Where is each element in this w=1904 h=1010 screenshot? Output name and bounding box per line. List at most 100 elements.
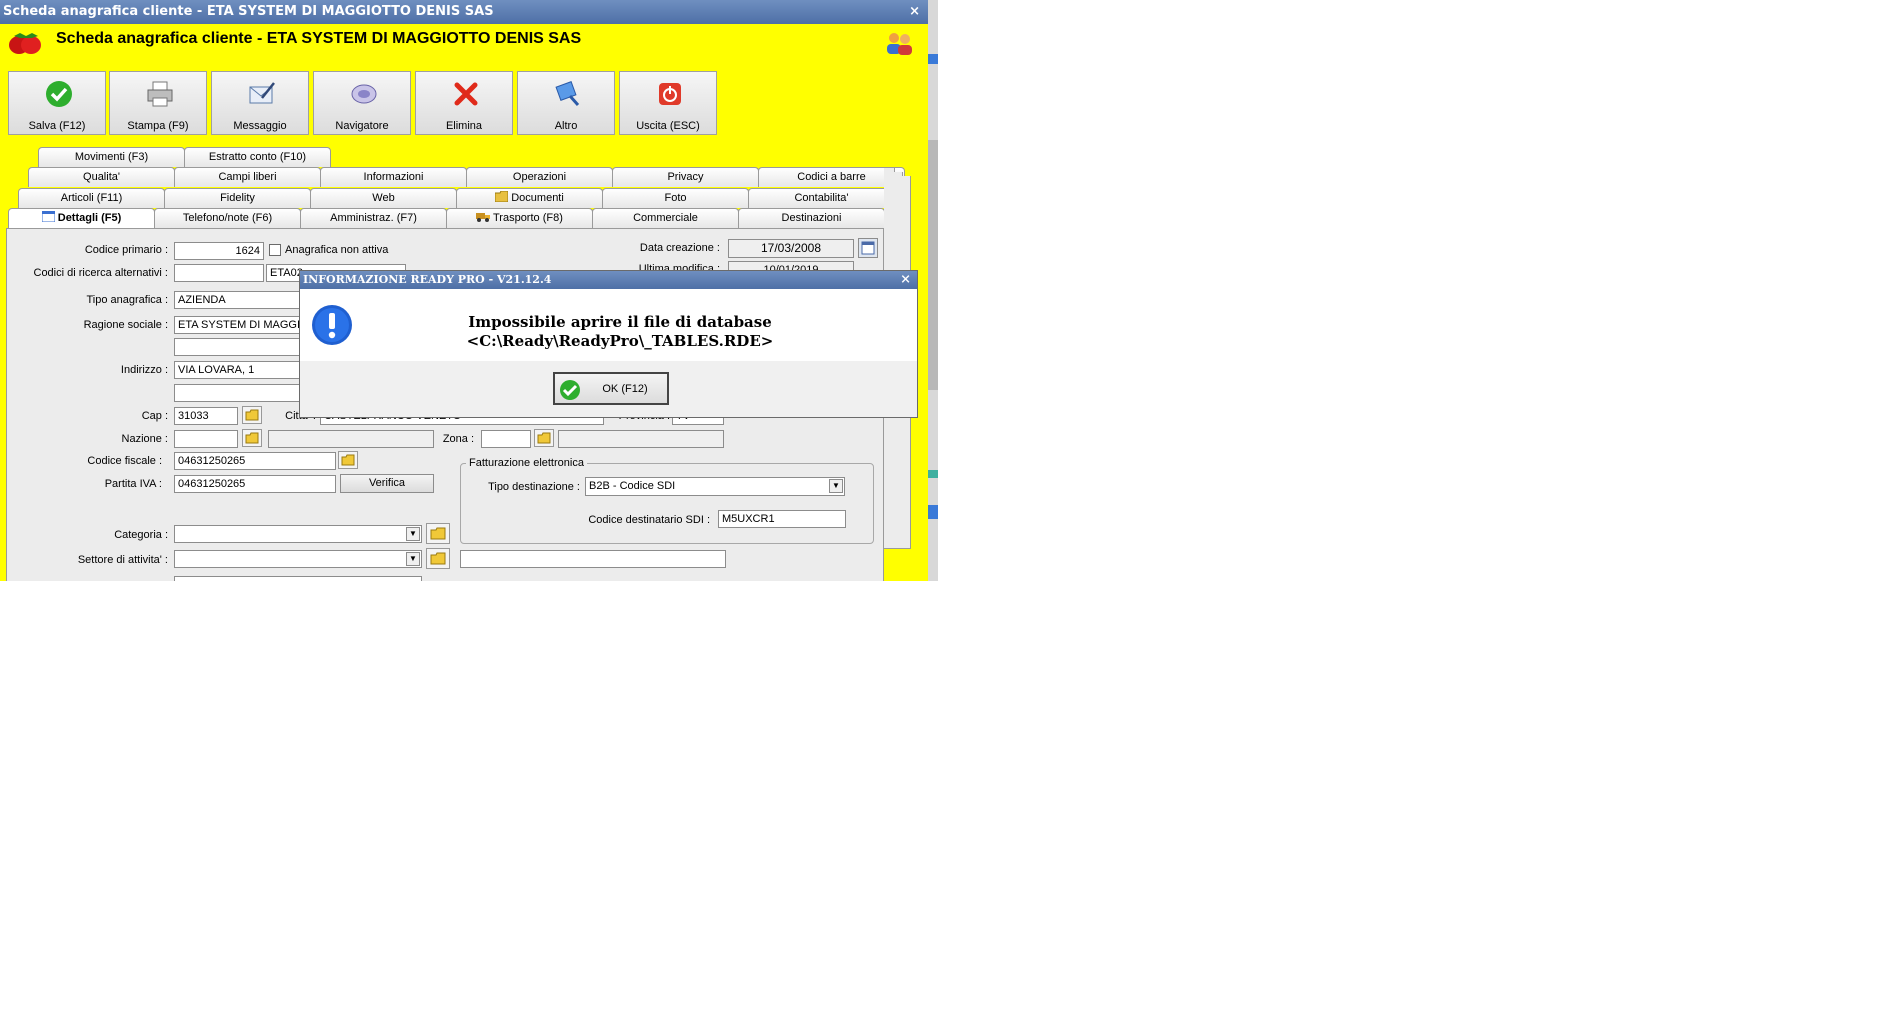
tipo-anagrafica-select[interactable]: AZIENDA	[174, 291, 304, 309]
save-button-label: Salva (F12)	[28, 120, 86, 132]
message-button-label: Messaggio	[233, 120, 287, 132]
cap-lookup-button[interactable]	[242, 406, 262, 424]
cap-label: Cap :	[141, 410, 168, 422]
zona-lookup-button[interactable]	[534, 429, 554, 447]
categoria-label: Categoria :	[114, 529, 168, 541]
zona-label: Zona :	[442, 433, 474, 445]
tab-amministrazione[interactable]: Amministraz. (F7)	[300, 208, 447, 228]
chevron-down-icon[interactable]: ▼	[829, 479, 843, 493]
ragione-sociale-label: Ragione sociale :	[83, 319, 168, 331]
tab-campi-liberi[interactable]: Campi liberi	[174, 167, 321, 187]
tab-trasporto[interactable]: Trasporto (F8)	[446, 208, 593, 228]
tab-documenti-label: Documenti	[511, 192, 564, 204]
save-button[interactable]: Salva (F12)	[8, 71, 106, 135]
codice-fiscale-label: Codice fiscale :	[87, 455, 162, 467]
indirizzo-label: Indirizzo :	[120, 364, 168, 376]
codice-primario-field[interactable]: 1624	[174, 242, 264, 260]
tab-documenti[interactable]: Documenti	[456, 188, 603, 208]
message-button[interactable]: Messaggio	[211, 71, 309, 135]
exit-button-label: Uscita (ESC)	[636, 120, 700, 132]
dialog-close-button[interactable]: ×	[900, 271, 911, 289]
delete-button[interactable]: Elimina	[415, 71, 513, 135]
exit-button[interactable]: Uscita (ESC)	[619, 71, 717, 135]
window-titlebar[interactable]: Scheda anagrafica cliente - ETA SYSTEM D…	[0, 0, 928, 24]
codici-alternativi-label: Codici di ricerca alternativi :	[33, 267, 169, 279]
nazione-lookup-button[interactable]	[242, 429, 262, 447]
categoria-select[interactable]: ▼	[174, 525, 422, 543]
settore-lookup-button[interactable]	[426, 548, 450, 569]
zona-field[interactable]	[481, 430, 531, 448]
folder-icon	[338, 451, 358, 469]
settore-description-field[interactable]	[460, 550, 726, 568]
data-creazione-field: 17/03/2008	[728, 239, 854, 258]
settore-attivita-select[interactable]: ▼	[174, 550, 422, 568]
print-button[interactable]: Stampa (F9)	[109, 71, 207, 135]
other-button-label: Altro	[554, 120, 578, 132]
non-attiva-label: Anagrafica non attiva	[285, 244, 389, 256]
dialog-message: Impossibile aprire il file di database <…	[360, 313, 880, 351]
tab-destinazioni[interactable]: Destinazioni	[738, 208, 885, 228]
tab-web[interactable]: Web	[310, 188, 457, 208]
codice-fiscale-field[interactable]: 04631250265	[174, 452, 336, 470]
tab-informazioni[interactable]: Informazioni	[320, 167, 467, 187]
verifica-button[interactable]: Verifica	[340, 474, 434, 493]
indirizzo-2-field[interactable]	[174, 384, 304, 402]
tab-codici-barre[interactable]: Codici a barre	[758, 167, 905, 187]
tipo-destinazione-value: B2B - Codice SDI	[589, 480, 676, 492]
codice-sdi-field[interactable]: M5UXCR1	[718, 510, 846, 528]
tab-contabilita[interactable]: Contabilita'	[748, 188, 895, 208]
nazione-field[interactable]	[174, 430, 238, 448]
codice-fiscale-lookup-button[interactable]	[338, 451, 358, 469]
exclamation-icon	[312, 305, 352, 345]
fatturazione-elettronica-group	[460, 463, 874, 544]
dialog-titlebar[interactable]: INFORMAZIONE READY PRO - V21.12.4 ×	[300, 271, 917, 289]
tab-telefono-note[interactable]: Telefono/note (F6)	[154, 208, 301, 228]
data-creazione-label: Data creazione :	[639, 242, 720, 254]
tab-foto[interactable]: Foto	[602, 188, 749, 208]
check-icon	[46, 81, 72, 107]
navigator-button-label: Navigatore	[335, 120, 389, 132]
tipo-destinazione-select[interactable]: B2B - Codice SDI ▼	[585, 477, 845, 496]
message-icon	[249, 82, 275, 104]
tab-operazioni[interactable]: Operazioni	[466, 167, 613, 187]
partita-iva-label: Partita IVA :	[104, 478, 162, 490]
chevron-down-icon[interactable]: ▼	[406, 552, 420, 566]
ragione-sociale-field[interactable]: ETA SYSTEM DI MAGGIOTTO DENIS SAS	[174, 316, 304, 334]
partita-iva-field[interactable]: 04631250265	[174, 475, 336, 493]
codice-sdi-label: Codice destinatario SDI :	[588, 514, 710, 526]
form-icon	[41, 210, 56, 223]
page-title: Scheda anagrafica cliente - ETA SYSTEM D…	[56, 30, 582, 47]
codice-primario-label: Codice primario :	[84, 244, 168, 256]
tab-qualita[interactable]: Qualita'	[28, 167, 175, 187]
tab-fidelity[interactable]: Fidelity	[164, 188, 311, 208]
ragione-sociale-2-field[interactable]	[174, 338, 304, 356]
navigator-icon	[351, 84, 377, 104]
next-select-field[interactable]	[174, 576, 422, 581]
ok-button[interactable]: OK (F12)	[553, 372, 669, 405]
tab-movimenti[interactable]: Movimenti (F3)	[38, 147, 185, 167]
nazione-description-field	[268, 430, 434, 448]
users-icon[interactable]	[884, 30, 914, 56]
tab-dettagli[interactable]: Dettagli (F5)	[8, 208, 155, 230]
zona-description-field	[558, 430, 724, 448]
tab-estratto-conto[interactable]: Estratto conto (F10)	[184, 147, 331, 167]
indirizzo-field[interactable]: VIA LOVARA, 1	[174, 361, 304, 379]
folder-icon	[426, 523, 450, 544]
navigator-button[interactable]: Navigatore	[313, 71, 411, 135]
window-close-button[interactable]: ×	[909, 0, 920, 24]
dialog-message-line1: Impossibile aprire il file di database	[468, 313, 772, 331]
cap-field[interactable]: 31033	[174, 407, 238, 425]
fatturazione-elettronica-label: Fatturazione elettronica	[466, 457, 587, 469]
tab-articoli[interactable]: Articoli (F11)	[18, 188, 165, 208]
dialog-title: INFORMAZIONE READY PRO - V21.12.4	[303, 273, 552, 286]
codice-alternativo-1-field[interactable]	[174, 264, 264, 282]
calendar-button[interactable]	[858, 238, 878, 258]
other-button[interactable]: Altro	[517, 71, 615, 135]
chevron-down-icon[interactable]: ▼	[406, 527, 420, 541]
truck-icon	[476, 213, 491, 222]
background-window-edge	[928, 0, 938, 581]
non-attiva-checkbox[interactable]	[269, 244, 281, 256]
tab-privacy[interactable]: Privacy	[612, 167, 759, 187]
tab-commerciale[interactable]: Commerciale	[592, 208, 739, 228]
categoria-lookup-button[interactable]	[426, 523, 450, 544]
